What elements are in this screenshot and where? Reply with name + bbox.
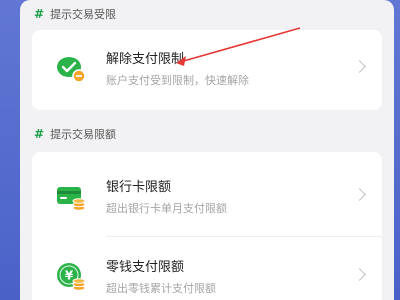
change-payment-limit-item[interactable]: ¥ 零钱支付限额 超出零钱累计支付限额 [32,246,382,300]
remove-payment-restriction-item[interactable]: 解除支付限制 账户支付受到限制，快速解除 [32,38,382,102]
chevron-right-icon [353,188,366,201]
limit-card: 银行卡限额 超出银行卡单月支付限额 ¥ 零钱支付限额 超出零钱累计支付限额 [32,152,382,300]
section-header-restricted: # 提示交易受限 [34,4,116,24]
section-header-limit: # 提示交易限额 [34,124,116,144]
hash-icon: # [34,127,45,141]
svg-text:¥: ¥ [65,269,74,283]
item-description: 账户支付受到限制，快速解除 [106,74,249,87]
item-title: 零钱支付限额 [106,260,185,275]
item-description: 超出银行卡单月支付限额 [106,202,227,215]
item-title: 解除支付限制 [106,52,185,67]
content-panel: # 提示交易受限 解除支付限制 账户支付受到限制，快速解除 # 提示交易限额 银… [20,0,394,300]
wechat-pay-restrict-icon [57,57,86,83]
chevron-right-icon [353,268,366,281]
restricted-card: 解除支付限制 账户支付受到限制，快速解除 [32,30,382,110]
hash-icon: # [34,7,45,21]
item-description: 超出零钱累计支付限额 [106,282,216,295]
bank-card-coin-icon [57,187,86,211]
row-divider [106,236,382,237]
chevron-right-icon [353,60,366,73]
section-header-label: 提示交易受限 [50,8,117,21]
yuan-coin-icon: ¥ [57,263,86,291]
item-title: 银行卡限额 [106,180,172,195]
section-header-label: 提示交易限额 [50,128,117,141]
bank-card-limit-item[interactable]: 银行卡限额 超出银行卡单月支付限额 [32,166,382,230]
